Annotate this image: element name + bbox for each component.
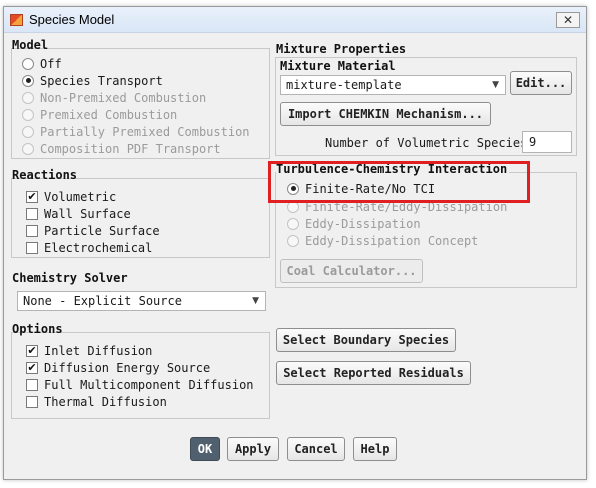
option-label: Diffusion Energy Source [44,360,211,375]
tci-option-label: Eddy-Dissipation Concept [305,233,479,248]
model-option-off[interactable]: Off [22,56,62,71]
thermal-diffusion-checkbox[interactable] [26,395,38,408]
option-label: Full Multicomponent Diffusion [44,377,254,392]
app-icon [10,14,23,26]
reaction-wall-surface[interactable]: Wall Surface [26,206,131,221]
tci-title: Turbulence-Chemistry Interaction [276,162,510,176]
model-option-label: Species Transport [40,73,163,88]
apply-button[interactable]: Apply [227,437,279,461]
reaction-particle-surface[interactable]: Particle Surface [26,223,160,238]
help-button[interactable]: Help [353,437,397,461]
option-inlet-diffusion[interactable]: ✔ Inlet Diffusion [26,343,152,358]
reaction-volumetric[interactable]: ✔ Volumetric [26,189,116,204]
model-option-label: Premixed Combustion [40,107,178,122]
radio-finite-rate-eddy [287,200,299,213]
coal-calculator-button: Coal Calculator... [280,259,423,283]
tci-option-eddy-dissipation: Eddy-Dissipation [287,216,421,231]
reaction-label: Particle Surface [44,223,160,238]
chemistry-solver-title: Chemistry Solver [12,271,128,285]
radio-eddy-dissipation [287,217,299,230]
model-option-label: Partially Premixed Combustion [40,124,250,139]
model-option-label: Non-Premixed Combustion [40,90,207,105]
radio-composition-pdf [22,142,34,155]
inlet-diffusion-checkbox[interactable]: ✔ [26,344,38,357]
chevron-down-icon: ▼ [492,80,499,90]
reaction-label: Volumetric [44,189,117,204]
diffusion-energy-source-checkbox[interactable]: ✔ [26,361,38,374]
model-option-partially-premixed: Partially Premixed Combustion [22,124,250,139]
num-species-field[interactable]: 9 [522,131,572,153]
radio-off[interactable] [22,57,34,70]
window-title: Species Model [29,12,115,27]
reaction-electrochemical[interactable]: Electrochemical [26,240,152,255]
option-thermal-diffusion[interactable]: Thermal Diffusion [26,394,167,409]
close-button[interactable]: ✕ [556,12,580,28]
select-boundary-species-button[interactable]: Select Boundary Species [276,328,456,352]
radio-non-premixed [22,91,34,104]
options-group-title: Options [12,322,63,336]
num-species-label: Number of Volumetric Species [325,135,528,150]
model-group-title: Model [12,38,49,52]
full-multicomponent-checkbox[interactable] [26,378,38,391]
volumetric-checkbox[interactable]: ✔ [26,190,38,203]
model-option-premixed: Premixed Combustion [22,107,177,122]
model-option-composition-pdf: Composition PDF Transport [22,141,221,156]
model-option-non-premixed: Non-Premixed Combustion [22,90,206,105]
reaction-label: Wall Surface [44,206,131,221]
radio-species-transport[interactable] [22,74,34,87]
chevron-down-icon: ▼ [252,296,259,306]
option-full-multicomponent[interactable]: Full Multicomponent Diffusion [26,377,254,392]
model-option-label: Off [40,56,62,71]
electrochemical-checkbox[interactable] [26,241,38,254]
edit-mixture-button[interactable]: Edit... [510,71,572,95]
tci-option-eddy-dissipation-concept: Eddy-Dissipation Concept [287,233,478,248]
radio-premixed [22,108,34,121]
reaction-label: Electrochemical [44,240,153,255]
model-option-species-transport[interactable]: Species Transport [22,73,163,88]
reactions-group-title: Reactions [12,168,78,182]
option-label: Inlet Diffusion [44,343,153,358]
import-chemkin-button[interactable]: Import CHEMKIN Mechanism... [280,102,491,126]
tci-option-label: Finite-Rate/No TCI [305,181,436,196]
radio-finite-rate-no-tci[interactable] [287,182,299,195]
mixture-properties-title: Mixture Properties [276,42,407,56]
mixture-material-label: Mixture Material [280,59,396,73]
mixture-material-dropdown[interactable]: mixture-template ▼ [280,75,506,95]
cancel-button[interactable]: Cancel [287,437,345,461]
tci-option-label: Eddy-Dissipation [305,216,421,231]
wall-surface-checkbox[interactable] [26,207,38,220]
option-diffusion-energy-source[interactable]: ✔ Diffusion Energy Source [26,360,210,375]
tci-option-finite-rate-eddy: Finite-Rate/Eddy-Dissipation [287,199,507,214]
radio-eddy-dissipation-concept [287,234,299,247]
chemistry-solver-value: None - Explicit Source [23,294,182,308]
chemistry-solver-dropdown[interactable]: None - Explicit Source ▼ [17,291,266,311]
option-label: Thermal Diffusion [44,394,167,409]
select-reported-residuals-button[interactable]: Select Reported Residuals [276,361,471,385]
particle-surface-checkbox[interactable] [26,224,38,237]
tci-option-finite-rate-no-tci[interactable]: Finite-Rate/No TCI [287,181,435,196]
model-option-label: Composition PDF Transport [40,141,221,156]
tci-option-label: Finite-Rate/Eddy-Dissipation [305,199,508,214]
ok-button[interactable]: OK [190,437,220,461]
radio-partially-premixed [22,125,34,138]
mixture-material-value: mixture-template [286,78,402,92]
title-bar: Species Model ✕ [4,7,586,33]
